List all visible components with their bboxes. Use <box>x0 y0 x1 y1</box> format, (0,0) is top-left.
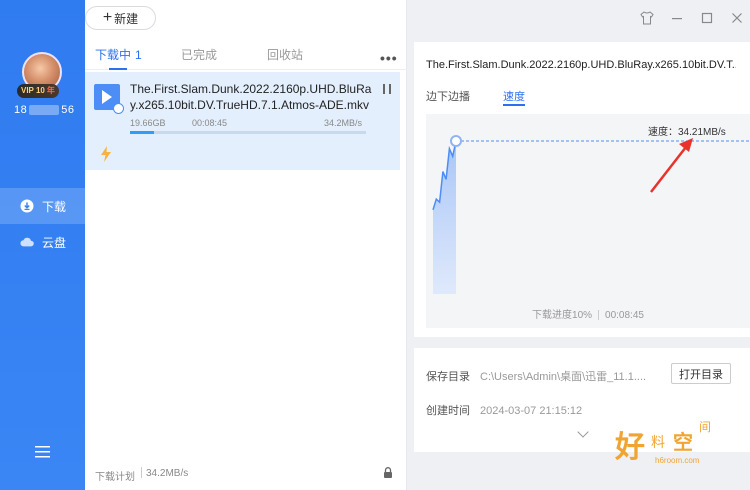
tab-play-while-download[interactable]: 边下边播 <box>426 88 470 104</box>
chevron-down-icon[interactable] <box>577 426 589 438</box>
elapsed-time-text: 00:08:45 <box>605 310 644 321</box>
user-id-prefix: 18 <box>14 104 28 116</box>
more-icon[interactable]: ••• <box>380 50 398 66</box>
tab-underline <box>109 68 127 70</box>
vip-year-label: 年 <box>46 86 55 95</box>
created-time-row: 创建时间 2024-03-07 21:15:12 <box>426 402 582 418</box>
task-item[interactable]: The.First.Slam.Dunk.2022.2160p.UHD.BluRa… <box>85 72 400 170</box>
sidebar-item-label: 云盘 <box>42 235 67 250</box>
download-icon <box>20 199 34 213</box>
speed-area <box>433 141 456 294</box>
download-progress-text: 下载进度10% <box>532 310 593 321</box>
speed-current-point <box>450 135 462 147</box>
user-id-suffix: 56 <box>61 104 75 116</box>
total-speed: 34.2MB/s <box>146 468 189 479</box>
speed-chart: 速度：34.21MB/s 下载进度10% 00:08:45 <box>426 114 750 328</box>
task-tabs: 下载中 1 已完成 回收站 ••• <box>85 40 407 70</box>
window-controls <box>640 8 744 28</box>
created-time-value: 2024-03-07 21:15:12 <box>480 405 583 417</box>
chart-footer: 下载进度10% 00:08:45 <box>426 306 750 321</box>
lightning-icon[interactable] <box>100 146 112 162</box>
user-id-mask <box>29 105 60 116</box>
task-speed: 34.2MB/s <box>324 118 363 128</box>
new-task-label: 新建 <box>114 11 139 26</box>
cloud-icon <box>20 235 34 249</box>
close-icon[interactable] <box>730 11 744 25</box>
vip-badge-label: VIP 10 <box>21 86 45 95</box>
open-dir-button[interactable]: 打开目录 <box>671 363 731 384</box>
task-progress-bar <box>130 131 366 134</box>
tab-downloading-label: 下载中 <box>95 48 132 62</box>
pause-icon[interactable] <box>383 84 391 94</box>
save-dir-label: 保存目录 <box>426 371 470 383</box>
detail-title: The.First.Slam.Dunk.2022.2160p.UHD.BluRa… <box>426 59 736 71</box>
footer-divider <box>598 310 600 321</box>
detail-card: The.First.Slam.Dunk.2022.2160p.UHD.BluRa… <box>414 42 750 337</box>
detail-tab-underline <box>503 104 525 106</box>
tab-downloading[interactable]: 下载中 1 <box>95 46 142 63</box>
task-list-panel: + 新建 下载中 1 已完成 回收站 ••• The.First.Slam.Dunk… <box>85 0 407 490</box>
tab-trash[interactable]: 回收站 <box>267 46 303 63</box>
task-remaining-time: 00:08:45 <box>192 118 228 128</box>
maximize-icon[interactable] <box>700 11 714 25</box>
task-progress-fill <box>130 131 154 134</box>
sidebar-item-cloud[interactable]: 云盘 <box>0 224 85 260</box>
save-dir-row: 保存目录 C:\Users\Admin\桌面\迅雷_11.1.... <box>426 368 646 384</box>
watermark-char: 间 <box>699 420 712 434</box>
sidebar: VIP 10 年 18 56 下载 云盘 <box>0 0 85 490</box>
watermark-char: 料 <box>651 434 665 450</box>
user-id: 18 56 <box>14 104 75 116</box>
lock-icon[interactable] <box>383 467 393 478</box>
sidebar-item-label: 下载 <box>42 199 67 214</box>
speed-readout: 速度：34.21MB/s <box>648 127 726 138</box>
sidebar-item-download[interactable]: 下载 <box>0 188 85 224</box>
task-size: 19.66GB <box>130 118 166 128</box>
tab-speed[interactable]: 速度 <box>503 88 525 104</box>
speed-chart-svg <box>432 135 750 294</box>
download-plan-link[interactable]: 下载计划 <box>95 468 135 483</box>
task-name: The.First.Slam.Dunk.2022.2160p.UHD.BluRa… <box>130 82 372 112</box>
new-task-button[interactable]: + 新建 <box>85 6 156 30</box>
watermark-char: 空 <box>673 432 693 454</box>
watermark-logo: 好 料 空 间 h6room.com <box>615 420 725 470</box>
watermark-char: 好 <box>615 430 645 465</box>
vip-badge[interactable]: VIP 10 年 <box>17 84 59 98</box>
detail-panel: The.First.Slam.Dunk.2022.2160p.UHD.BluRa… <box>407 0 750 490</box>
tab-completed[interactable]: 已完成 <box>181 46 217 63</box>
plus-icon: + <box>102 9 113 26</box>
minimize-icon[interactable] <box>670 11 684 25</box>
watermark-url: h6room.com <box>655 456 700 465</box>
skin-icon[interactable] <box>640 11 654 25</box>
video-file-icon <box>94 84 124 114</box>
status-divider <box>141 467 142 478</box>
red-arrow-annotation <box>650 138 693 193</box>
hamburger-menu-icon[interactable] <box>35 446 50 458</box>
status-bar: 下载计划 34.2MB/s <box>85 462 407 486</box>
created-time-label: 创建时间 <box>426 405 470 417</box>
save-dir-value: C:\Users\Admin\桌面\迅雷_11.1.... <box>480 371 647 383</box>
tab-downloading-count: 1 <box>135 48 142 62</box>
